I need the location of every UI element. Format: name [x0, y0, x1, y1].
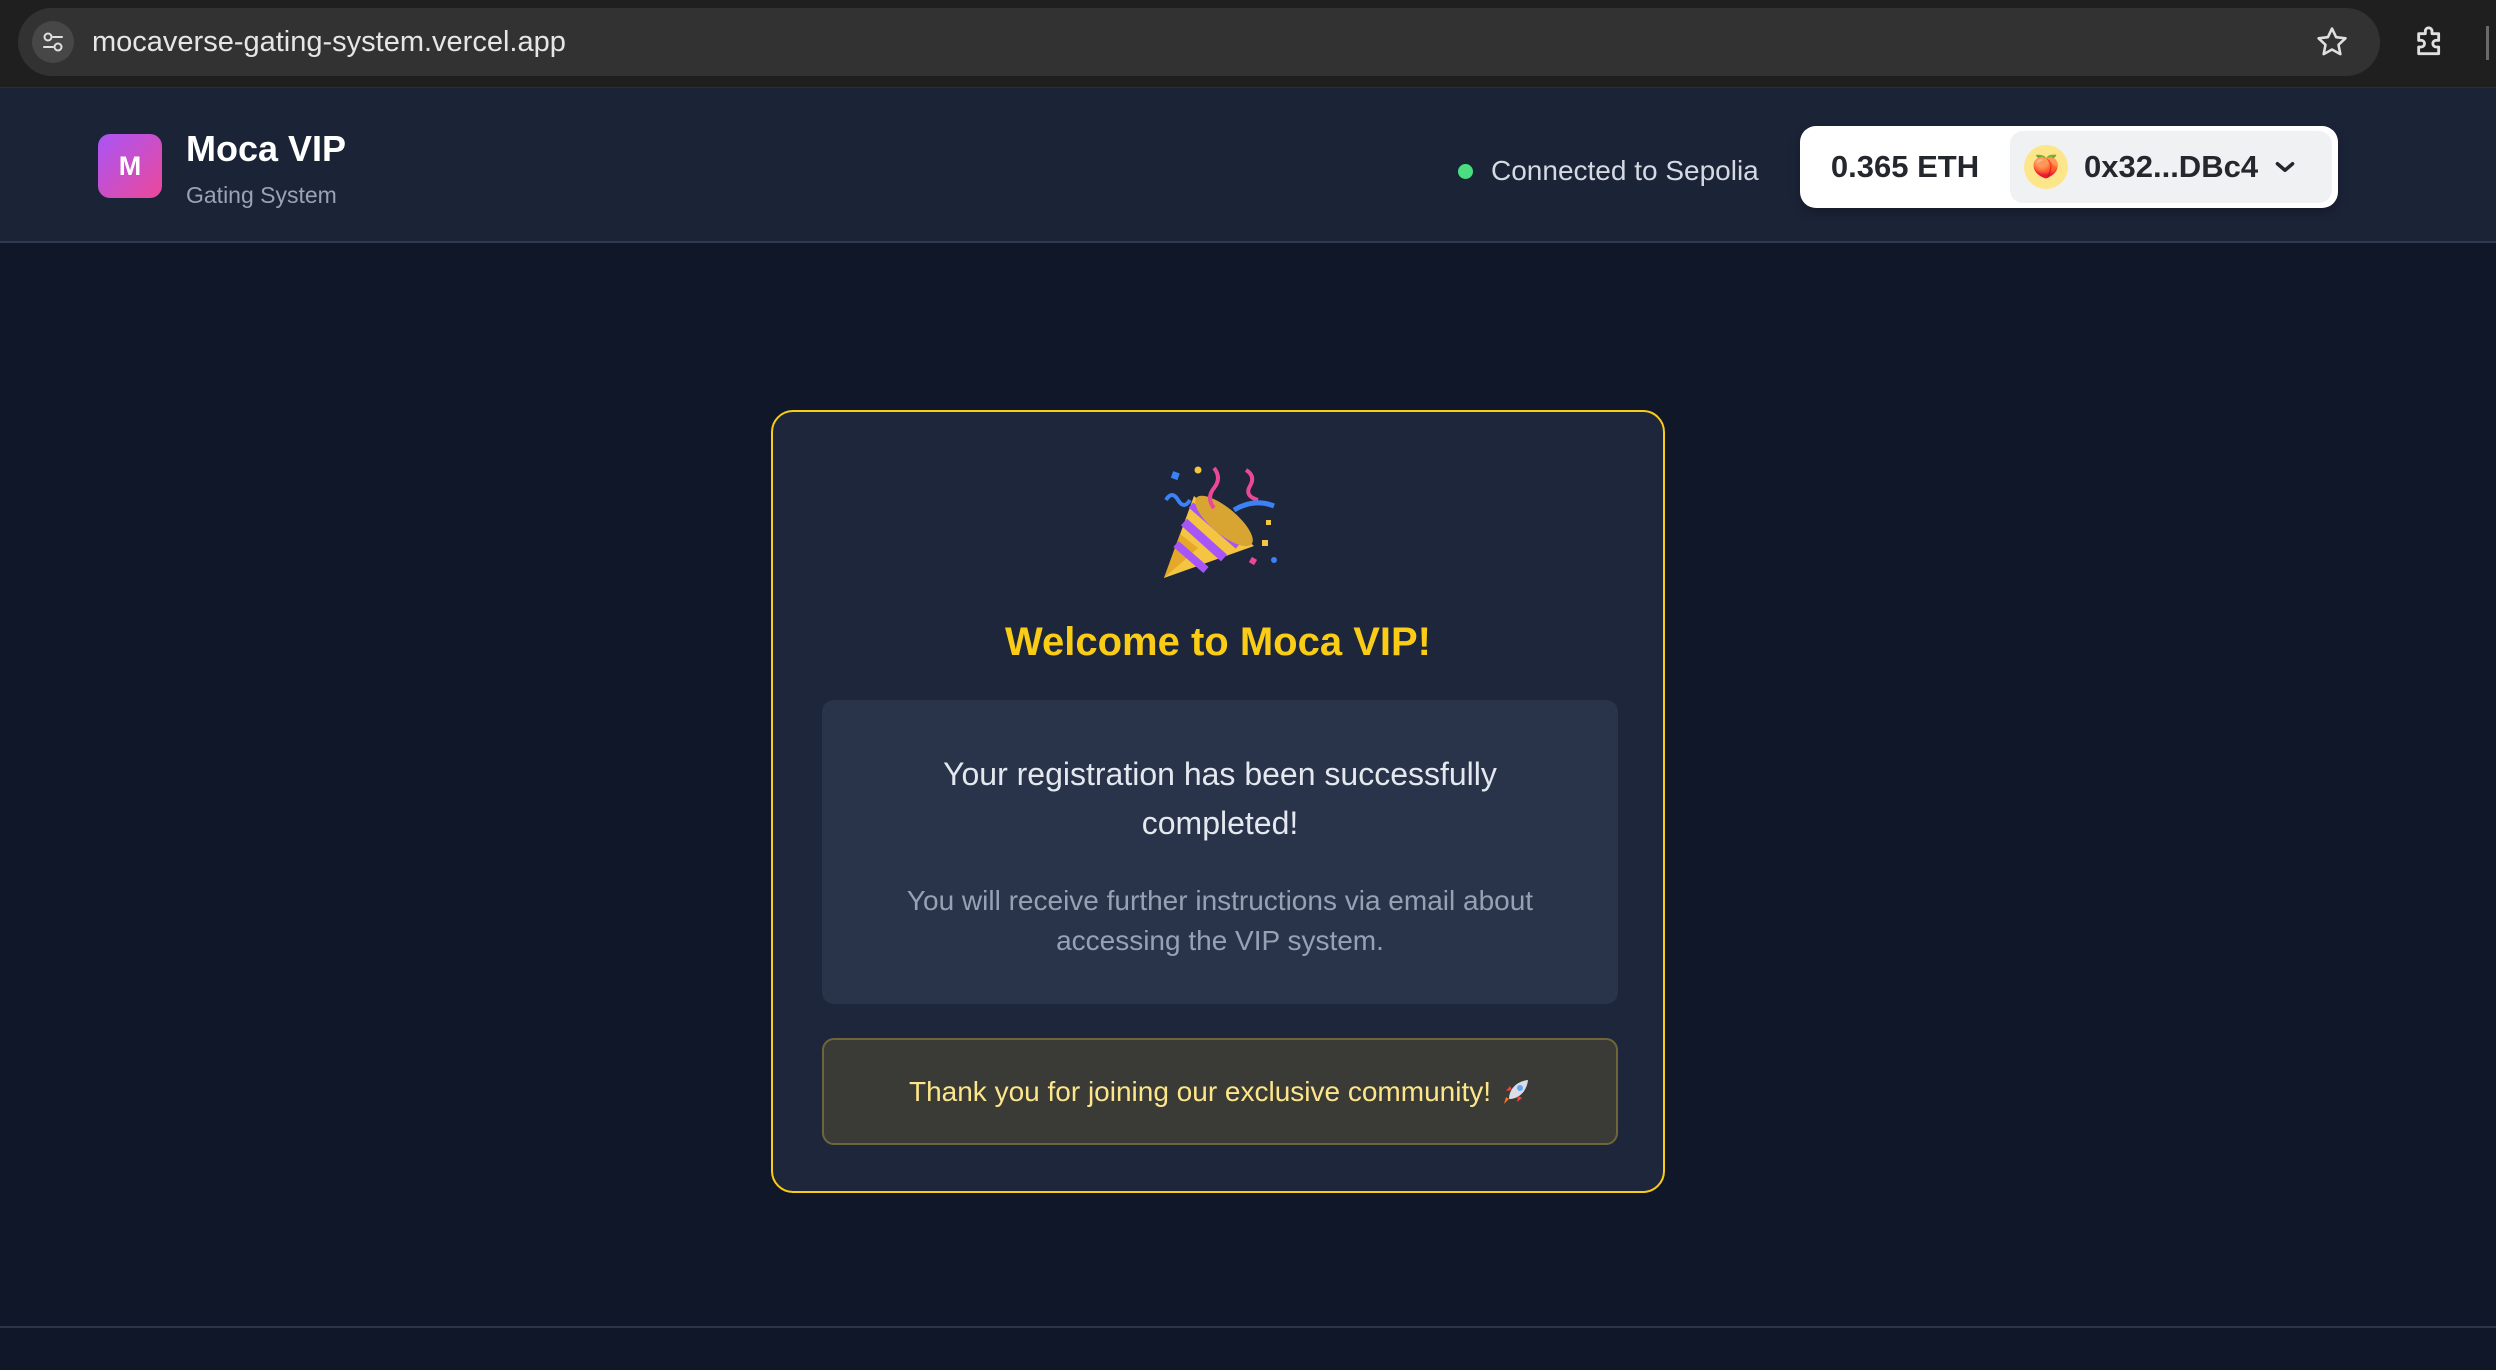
- extensions-puzzle-icon[interactable]: [2412, 22, 2452, 62]
- wallet-address: 0x32...DBc4: [2084, 149, 2259, 184]
- thanks-banner: Thank you for joining our exclusive comm…: [822, 1038, 1618, 1145]
- footer-divider: [0, 1326, 2496, 1328]
- logo[interactable]: M: [98, 134, 162, 198]
- connection-status-dot-icon: [1458, 163, 1473, 179]
- party-popper-icon: [1164, 466, 1277, 578]
- brand-subtitle: Gating System: [186, 182, 337, 208]
- bookmark-star-icon[interactable]: [2314, 24, 2350, 60]
- instructions-message: You will receive further instructions vi…: [906, 885, 1534, 956]
- success-card: Welcome to Moca VIP! Your registration h…: [771, 410, 1665, 1193]
- message-panel: Your registration has been successfully …: [822, 700, 1618, 1004]
- registration-message: Your registration has been successfully …: [943, 756, 1497, 841]
- url-text[interactable]: mocaverse-gating-system.vercel.app: [92, 8, 566, 76]
- thanks-text: Thank you for joining our exclusive comm…: [908, 1075, 1492, 1107]
- address-bar[interactable]: mocaverse-gating-system.vercel.app: [18, 8, 2380, 76]
- scroll-edge: [2486, 26, 2489, 60]
- account-avatar: 🍑: [2024, 145, 2068, 189]
- chevron-down-icon: [2275, 162, 2295, 172]
- network-status: Connected to Sepolia: [1458, 151, 1759, 191]
- site-settings-icon[interactable]: [32, 21, 74, 63]
- account-button[interactable]: 🍑 0x32...DBc4: [2010, 131, 2332, 203]
- welcome-title: Welcome to Moca VIP!: [1004, 620, 1431, 664]
- rocket-icon: [1504, 1079, 1529, 1104]
- brand-title: Moca VIP: [186, 128, 347, 169]
- eth-balance[interactable]: 0.365 ETH: [1800, 126, 2010, 208]
- app-header: M Moca VIP Gating System Connected to Se…: [0, 88, 2496, 243]
- network-label: Connected to Sepolia: [1491, 155, 1759, 186]
- browser-toolbar: mocaverse-gating-system.vercel.app: [0, 0, 2496, 88]
- wallet-widget: 0.365 ETH 🍑 0x32...DBc4: [1800, 126, 2338, 208]
